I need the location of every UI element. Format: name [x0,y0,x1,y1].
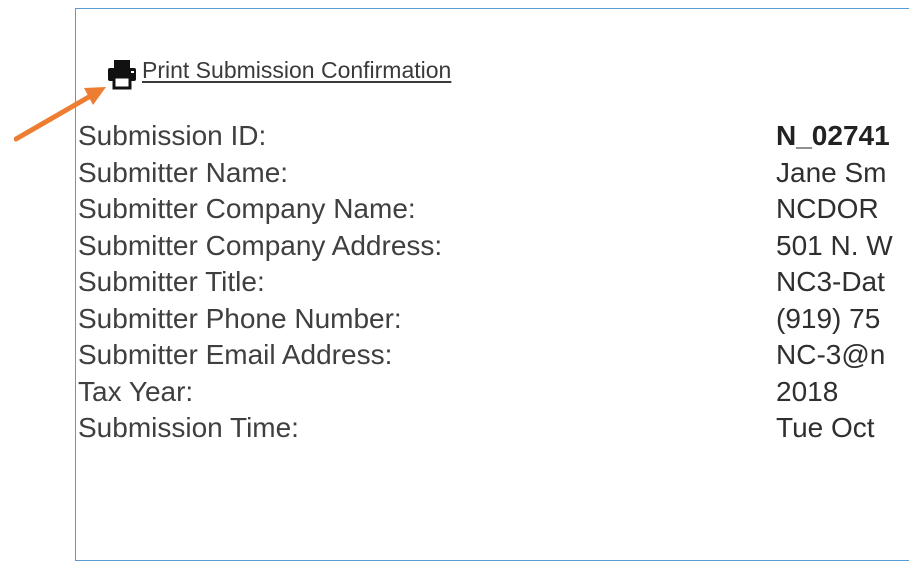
annotation-arrow-icon [14,87,106,142]
detail-value: NC3-Dat [776,266,885,297]
detail-value: Jane Sm [776,156,887,188]
detail-label: Tax Year: [78,375,194,407]
detail-value: 501 N. W [776,229,893,261]
print-confirmation-label[interactable]: Print Submission Confirmation [142,56,451,84]
detail-row-submitter-title: Submitter Title: NC3-Dat [78,265,909,302]
detail-value: 2018 [776,375,839,407]
detail-value: (919) 75 [776,302,881,334]
detail-label: Submitter Name: [78,156,289,188]
detail-label: Submitter Email Address: [78,339,393,370]
detail-value: NC-3@n [776,339,886,370]
submission-details: Submission ID: N_02741 Submitter Name: J… [78,119,909,448]
detail-row-company-address: Submitter Company Address: 501 N. W [78,229,909,266]
detail-label: Submitter Phone Number: [78,302,402,334]
detail-row-email-address: Submitter Email Address: NC-3@n [78,338,909,375]
detail-row-phone-number: Submitter Phone Number: (919) 75 [78,302,909,339]
detail-label: Submitter Company Address: [78,229,443,261]
detail-value: NCDOR [776,193,879,224]
detail-row-submission-time: Submission Time: Tue Oct [78,411,909,448]
detail-row-company-name: Submitter Company Name: NCDOR [78,192,909,229]
detail-value: Tue Oct [776,412,875,443]
detail-row-submission-id: Submission ID: N_02741 [78,119,909,156]
print-confirmation-link[interactable]: Print Submission Confirmation [104,56,451,92]
submission-confirmation-panel: . , . . . . . , . . . . . , . . . . Prin… [75,8,909,561]
detail-row-submitter-name: Submitter Name: Jane Sm [78,156,909,193]
detail-label: Submitter Title: [78,266,265,297]
clipped-text-line: . , . . . . . , . . . . . , . . . . [76,9,909,11]
detail-row-tax-year: Tax Year: 2018 [78,375,909,412]
detail-value: N_02741 [776,120,890,151]
detail-label: Submitter Company Name: [78,193,416,224]
detail-label: Submission Time: [78,412,299,443]
